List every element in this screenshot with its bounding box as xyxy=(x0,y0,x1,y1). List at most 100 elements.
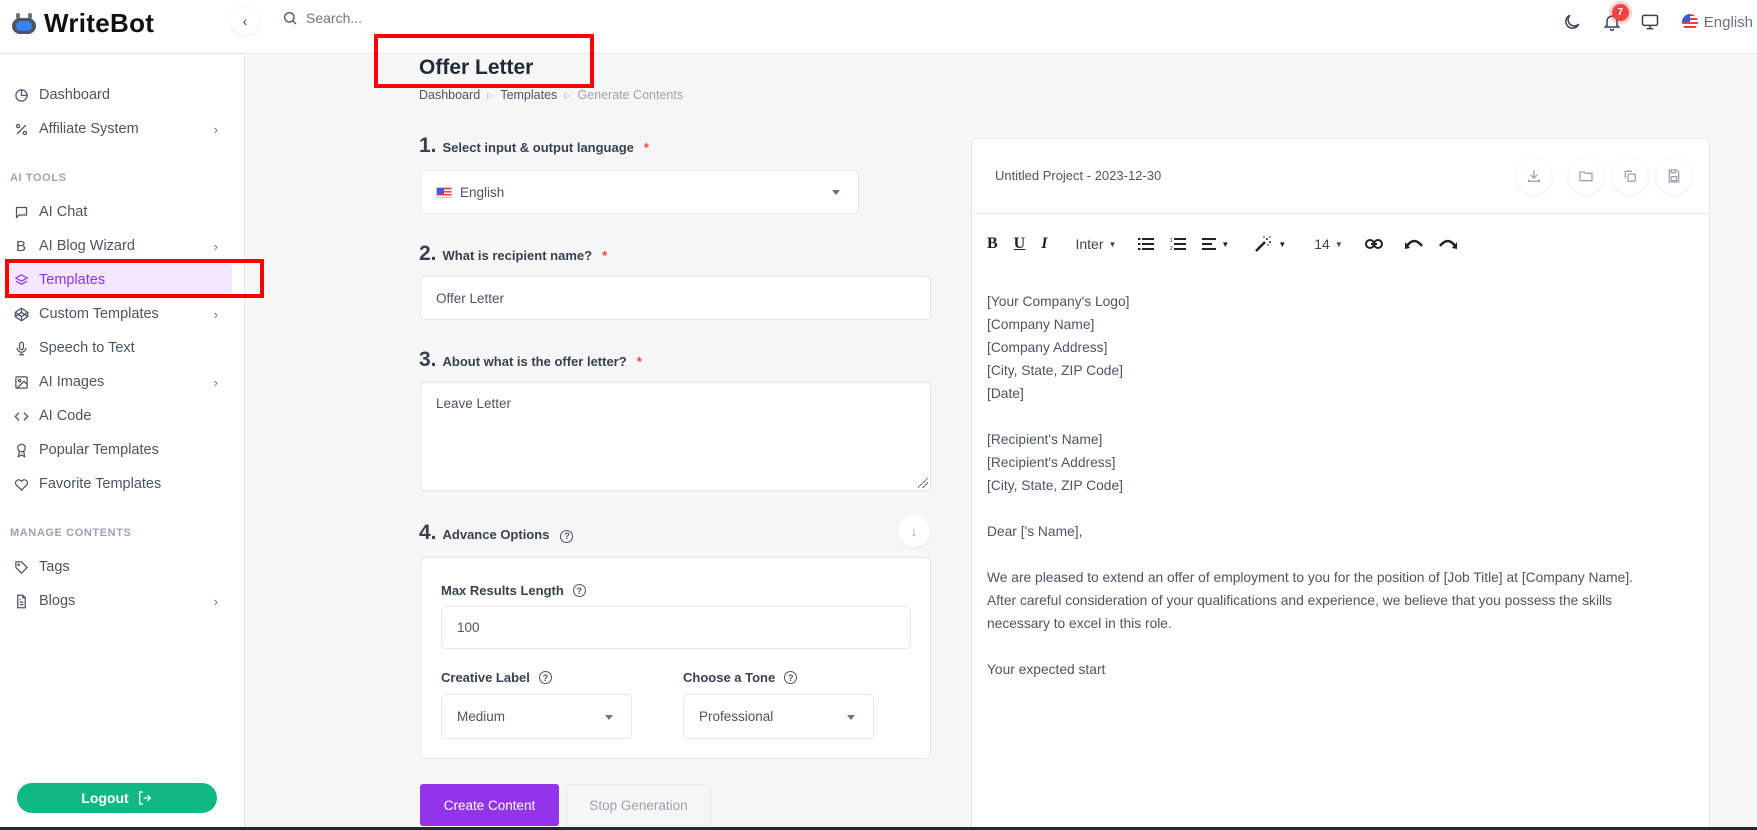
required-marker: * xyxy=(643,140,649,155)
question-number: 4. xyxy=(419,521,437,544)
question-text: Advance Options xyxy=(442,527,550,542)
help-icon[interactable]: ? xyxy=(560,529,574,543)
search-box[interactable] xyxy=(282,10,456,26)
bold-icon[interactable]: B xyxy=(987,235,998,253)
editor-line: Your expected start xyxy=(987,662,1106,677)
help-icon[interactable]: ? xyxy=(572,584,586,597)
language-switcher[interactable]: English xyxy=(1681,13,1753,31)
save-icon xyxy=(1668,169,1680,183)
creative-label-label: Creative Label ? xyxy=(441,670,552,685)
visit-site-button[interactable] xyxy=(1638,10,1662,34)
stop-generation-button[interactable]: Stop Generation xyxy=(566,784,711,826)
caret-down-icon: ▼ xyxy=(1334,239,1343,249)
max-results-input[interactable] xyxy=(457,620,895,635)
notification-badge: 7 xyxy=(1611,4,1629,21)
editor-line: necessary to excel in this role. xyxy=(987,616,1172,631)
chevron-right-icon: › xyxy=(213,238,218,254)
language-label: English xyxy=(1703,13,1753,31)
save-button[interactable] xyxy=(1656,158,1692,194)
sidebar-item-templates[interactable]: Templates xyxy=(6,264,232,296)
sidebar-item-ai-images[interactable]: AI Images › xyxy=(6,366,232,398)
recipient-name-input[interactable] xyxy=(436,290,915,306)
breadcrumb-separator-icon: ▷ xyxy=(487,90,494,100)
heart-icon xyxy=(13,476,29,492)
redo-icon[interactable] xyxy=(1438,238,1457,250)
move-to-folder-button[interactable] xyxy=(1568,158,1604,194)
editor-toolbar: B U I Inter ▼ 12 ▼ ▼ 14 ▼ xyxy=(987,232,1473,256)
question-4-label: 4. Advance Options ? xyxy=(419,521,574,545)
us-flag-icon xyxy=(436,186,452,198)
align-dropdown[interactable]: ▼ xyxy=(1202,238,1229,250)
caret-down-icon: ▼ xyxy=(1108,239,1117,249)
collapse-sidebar-button[interactable]: ‹ xyxy=(231,7,259,35)
pie-chart-icon xyxy=(13,87,29,103)
font-family-dropdown[interactable]: Inter ▼ xyxy=(1075,236,1116,252)
sidebar-item-label: AI Code xyxy=(39,408,92,424)
section-label-manage-contents: MANAGE CONTENTS xyxy=(10,527,132,539)
logout-icon xyxy=(138,791,151,805)
svg-text:2: 2 xyxy=(1170,246,1173,251)
link-icon[interactable] xyxy=(1364,238,1383,250)
help-icon[interactable]: ? xyxy=(784,671,798,684)
project-title[interactable]: Untitled Project - 2023-12-30 xyxy=(995,168,1161,183)
creative-label-select[interactable]: Medium xyxy=(441,694,632,739)
dark-mode-toggle[interactable] xyxy=(1560,10,1584,34)
sidebar-item-custom-templates[interactable]: Custom Templates › xyxy=(6,298,232,330)
sidebar-item-affiliate-system[interactable]: Affiliate System › xyxy=(6,113,232,145)
logout-button[interactable]: Logout xyxy=(17,783,217,813)
sidebar-item-dashboard[interactable]: Dashboard xyxy=(6,79,232,111)
language-select[interactable]: English xyxy=(420,170,859,214)
search-input[interactable] xyxy=(306,10,456,26)
editor-line: [Recipient's Address] xyxy=(987,455,1116,470)
editor-line: Dear ['s Name], xyxy=(987,524,1083,539)
chevron-right-icon: › xyxy=(213,374,218,390)
brand-name: WriteBot xyxy=(44,8,155,38)
sidebar-item-ai-code[interactable]: AI Code xyxy=(6,400,232,432)
recipient-name-field[interactable] xyxy=(420,276,931,320)
editor-line: [City, State, ZIP Code] xyxy=(987,478,1123,493)
question-1-label: 1. Select input & output language * xyxy=(419,134,649,158)
max-results-field[interactable] xyxy=(441,606,911,649)
italic-icon[interactable]: I xyxy=(1041,235,1047,253)
breadcrumb-dashboard[interactable]: Dashboard xyxy=(419,88,480,102)
max-results-label: Max Results Length ? xyxy=(441,583,586,598)
undo-icon[interactable] xyxy=(1404,238,1423,250)
section-label-ai-tools: AI TOOLS xyxy=(10,172,67,184)
sidebar-item-label: Speech to Text xyxy=(39,340,135,356)
unordered-list-icon[interactable] xyxy=(1138,237,1155,251)
sidebar-item-label: Custom Templates xyxy=(39,306,159,322)
code-icon xyxy=(13,408,29,424)
sidebar-item-speech-to-text[interactable]: Speech to Text xyxy=(6,332,232,364)
magic-wand-dropdown[interactable]: ▼ xyxy=(1255,236,1286,252)
font-size-dropdown[interactable]: 14 ▼ xyxy=(1314,236,1343,252)
download-button[interactable] xyxy=(1516,158,1552,194)
sidebar: Dashboard Affiliate System › AI TOOLS AI… xyxy=(0,55,245,830)
brand-logo[interactable]: WriteBot xyxy=(10,8,154,39)
offer-topic-value[interactable]: Leave Letter xyxy=(436,396,511,411)
copy-button[interactable] xyxy=(1612,158,1648,194)
notifications-button[interactable]: 7 xyxy=(1600,4,1629,34)
resize-handle-icon[interactable] xyxy=(918,478,928,488)
help-icon[interactable]: ? xyxy=(538,671,552,684)
tone-value: Professional xyxy=(699,709,774,724)
sidebar-item-tags[interactable]: Tags xyxy=(6,551,232,583)
question-number: 3. xyxy=(419,348,437,371)
create-content-button[interactable]: Create Content xyxy=(420,784,559,826)
logout-label: Logout xyxy=(81,790,129,806)
sidebar-item-blogs[interactable]: Blogs › xyxy=(6,585,232,617)
sidebar-item-popular-templates[interactable]: Popular Templates xyxy=(6,434,232,466)
underline-icon[interactable]: U xyxy=(1014,235,1026,253)
offer-topic-textarea[interactable]: Leave Letter xyxy=(420,382,931,491)
tone-select[interactable]: Professional xyxy=(683,694,874,739)
codepen-icon xyxy=(13,306,29,322)
bold-b-icon: B xyxy=(15,237,26,255)
sidebar-item-ai-blog-wizard[interactable]: B AI Blog Wizard › xyxy=(6,230,232,262)
tag-icon xyxy=(13,559,29,575)
editor-content[interactable]: [Your Company's Logo] [Company Name] [Comp… xyxy=(987,290,1697,681)
ordered-list-icon[interactable]: 12 xyxy=(1170,237,1187,251)
sidebar-item-ai-chat[interactable]: AI Chat xyxy=(6,196,232,228)
editor-line: [Date] xyxy=(987,386,1024,401)
toggle-advance-options-button[interactable]: ↓ xyxy=(898,515,930,547)
breadcrumb-templates[interactable]: Templates xyxy=(500,88,557,102)
sidebar-item-favorite-templates[interactable]: Favorite Templates xyxy=(6,468,232,500)
